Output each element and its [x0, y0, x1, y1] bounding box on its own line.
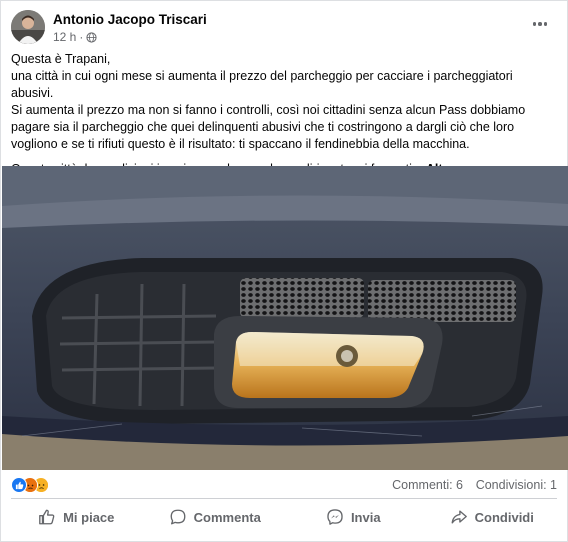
post-time[interactable]: 12 h — [53, 30, 76, 44]
globe-icon — [86, 31, 97, 43]
post-card: Antonio Jacopo Triscari 12 h · Questa è … — [0, 0, 568, 542]
comments-count[interactable]: Commenti: 6 — [392, 478, 463, 492]
send-label: Invia — [350, 509, 381, 525]
like-label: Mi piace — [63, 509, 115, 525]
like-icon — [11, 477, 27, 493]
share-label: Condividi — [474, 509, 534, 525]
meta-separator: · — [79, 30, 84, 44]
reactions-bar: Commenti: 6 Condivisioni: 1 — [11, 475, 557, 497]
share-icon — [451, 510, 467, 524]
author-avatar[interactable] — [11, 10, 45, 44]
action-bar: Mi piace Commenta Invia Condividi — [7, 502, 561, 532]
post-photo[interactable] — [2, 166, 568, 470]
thumbs-up-icon — [39, 509, 55, 525]
reaction-icons[interactable] — [11, 477, 59, 495]
shares-count[interactable]: Condivisioni: 1 — [476, 478, 557, 492]
dot-icon — [538, 22, 542, 26]
post-paragraph: una città in cui ogni mese si aumenta il… — [11, 69, 513, 100]
post-paragraph: Si aumenta il prezzo ma non si fanno i c… — [11, 103, 526, 151]
post-text: Questa è Trapani, una città in cui ogni … — [11, 51, 555, 178]
comment-icon — [170, 509, 186, 525]
like-button[interactable]: Mi piace — [7, 502, 146, 532]
comment-label: Commenta — [193, 509, 261, 525]
post-header: Antonio Jacopo Triscari 12 h · — [11, 9, 557, 45]
comment-button[interactable]: Commenta — [146, 502, 285, 532]
divider — [11, 498, 557, 499]
post-paragraph: Questa è Trapani, — [11, 52, 111, 66]
post-meta: 12 h · — [53, 30, 97, 44]
messenger-icon — [327, 509, 343, 525]
dot-icon — [543, 22, 548, 26]
send-button[interactable]: Invia — [284, 502, 423, 532]
dot-icon — [532, 22, 537, 26]
more-options-button[interactable] — [531, 15, 549, 33]
author-name[interactable]: Antonio Jacopo Triscari — [53, 12, 207, 27]
car-bumper-photo — [2, 166, 568, 470]
share-button[interactable]: Condividi — [423, 502, 562, 532]
